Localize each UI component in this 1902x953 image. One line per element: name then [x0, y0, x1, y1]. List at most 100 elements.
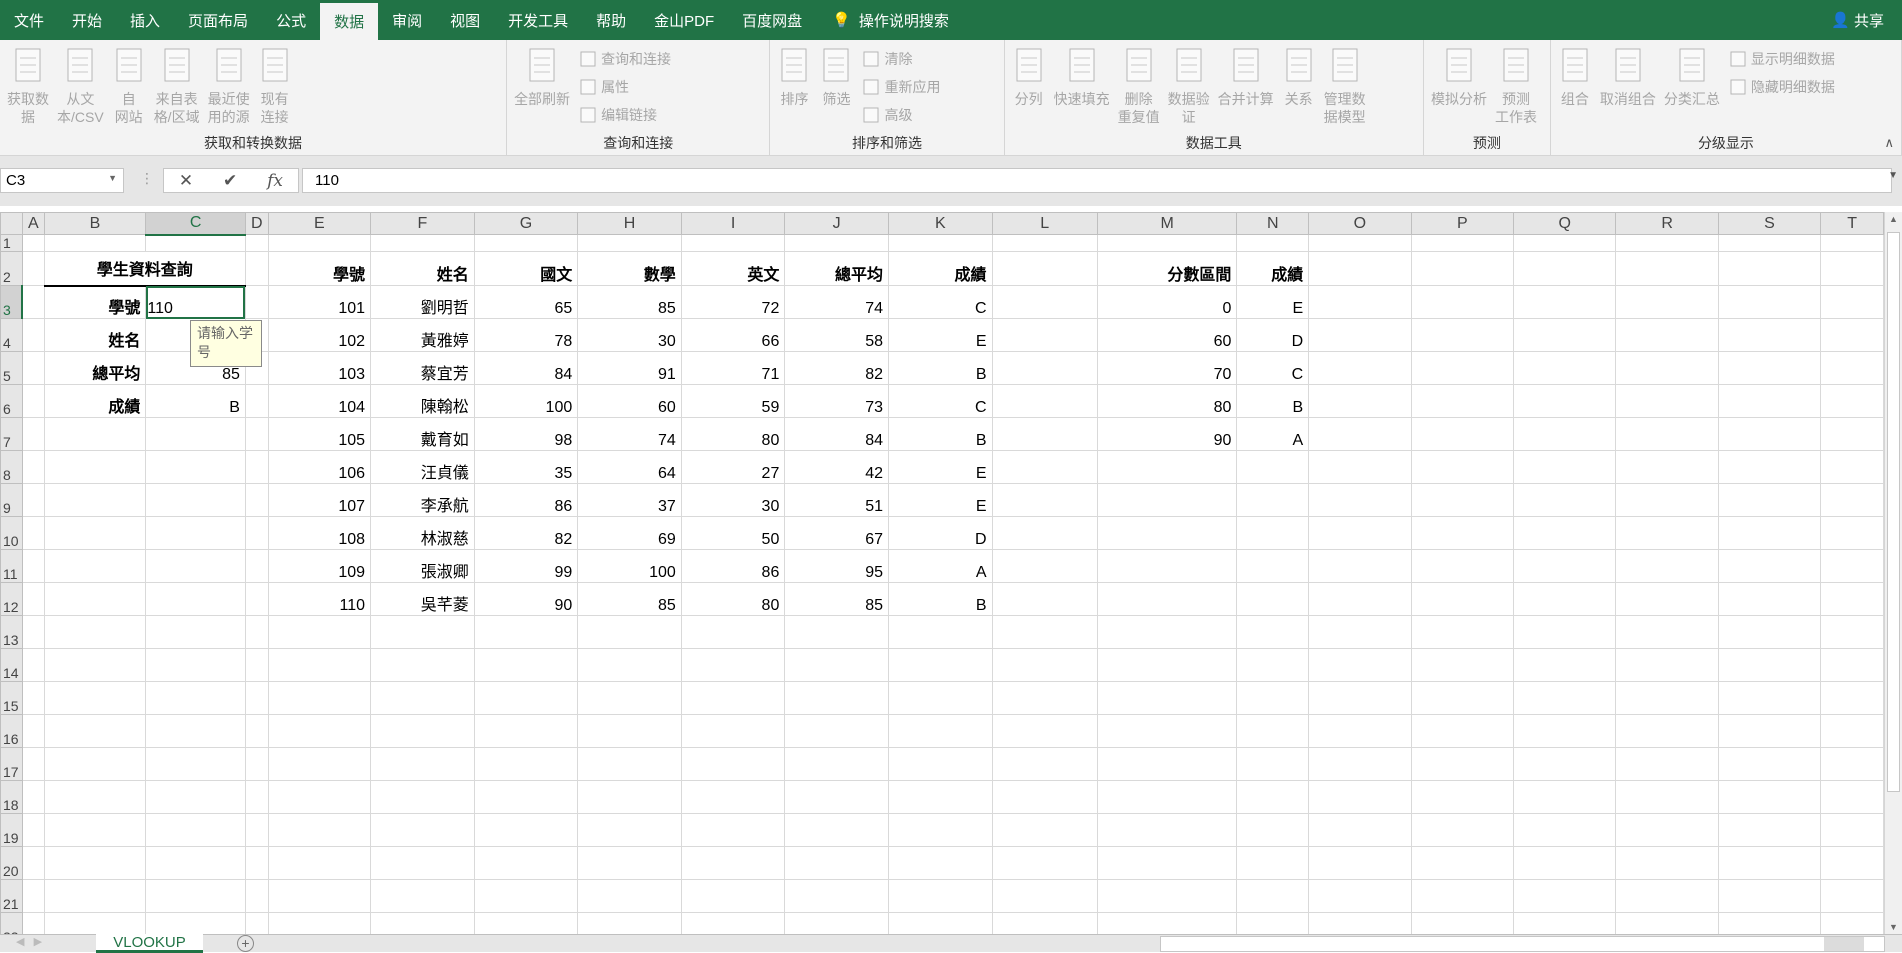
row-header[interactable]: 9 [0, 483, 23, 517]
row-header[interactable]: 8 [0, 450, 23, 484]
cell-D13[interactable] [244, 615, 269, 649]
cell-H9[interactable]: 37 [577, 483, 682, 517]
column-header[interactable]: C [145, 212, 246, 236]
cell-E12[interactable]: 110 [267, 582, 372, 616]
cell-B5[interactable]: 總平均 [43, 351, 147, 385]
cell-T21[interactable] [1820, 879, 1884, 913]
column-header[interactable]: Q [1512, 212, 1617, 235]
cell-N15[interactable] [1236, 681, 1310, 715]
column-header[interactable]: J [784, 212, 889, 235]
cell-R21[interactable] [1615, 879, 1719, 913]
cell-I1[interactable] [680, 234, 786, 252]
cell-K21[interactable] [888, 879, 993, 913]
cell-L7[interactable] [991, 417, 1098, 451]
cell-A13[interactable] [21, 615, 45, 649]
cell-Q20[interactable] [1512, 846, 1617, 880]
select-all-corner[interactable] [0, 212, 23, 235]
cell-T5[interactable] [1820, 351, 1884, 385]
cell-A20[interactable] [21, 846, 45, 880]
cell-P21[interactable] [1410, 879, 1515, 913]
cell-H12[interactable]: 85 [577, 582, 682, 616]
cell-L19[interactable] [991, 813, 1098, 847]
cell-L6[interactable] [991, 384, 1098, 418]
cell-C10[interactable] [145, 516, 246, 550]
cell-T13[interactable] [1820, 615, 1884, 649]
cell-P12[interactable] [1410, 582, 1515, 616]
cell-S12[interactable] [1717, 582, 1822, 616]
cell-E18[interactable] [267, 780, 372, 814]
cell-P16[interactable] [1410, 714, 1515, 748]
cell-A10[interactable] [21, 516, 45, 550]
cell-L12[interactable] [991, 582, 1098, 616]
cell-E16[interactable] [267, 714, 372, 748]
vertical-scrollbar[interactable]: ▲ ▼ [1884, 212, 1902, 934]
cell-F21[interactable] [370, 879, 475, 913]
cell-E4[interactable]: 102 [267, 318, 372, 352]
cell-T8[interactable] [1820, 450, 1884, 484]
tab-2[interactable]: 插入 [116, 0, 174, 40]
cell-O13[interactable] [1308, 615, 1412, 649]
tab-11[interactable]: 百度网盘 [728, 0, 816, 40]
cell-Q14[interactable] [1512, 648, 1617, 682]
cell-I4[interactable]: 66 [680, 318, 786, 352]
collapse-ribbon-icon[interactable]: ∧ [1884, 135, 1894, 151]
cell-O8[interactable] [1308, 450, 1412, 484]
cell-T16[interactable] [1820, 714, 1884, 748]
cell-L4[interactable] [991, 318, 1098, 352]
cell-G20[interactable] [473, 846, 579, 880]
cell-M11[interactable] [1096, 549, 1238, 583]
cell-R6[interactable] [1615, 384, 1719, 418]
cell-P6[interactable] [1410, 384, 1515, 418]
cell-D8[interactable] [244, 450, 269, 484]
cell-S9[interactable] [1717, 483, 1822, 517]
cell-J10[interactable]: 67 [784, 516, 889, 550]
column-header[interactable]: A [21, 212, 45, 235]
horizontal-scrollbar[interactable] [1160, 936, 1885, 952]
cell-F7[interactable]: 戴育如 [370, 417, 475, 451]
cell-D20[interactable] [244, 846, 269, 880]
cell-M6[interactable]: 80 [1096, 384, 1238, 418]
cell-T19[interactable] [1820, 813, 1884, 847]
cell-L16[interactable] [991, 714, 1098, 748]
cell-C9[interactable] [145, 483, 246, 517]
cell-R12[interactable] [1615, 582, 1719, 616]
cell-R9[interactable] [1615, 483, 1719, 517]
cell-L11[interactable] [991, 549, 1098, 583]
row-header[interactable]: 3 [0, 285, 24, 319]
cell-F14[interactable] [370, 648, 475, 682]
cell-R2[interactable] [1615, 251, 1719, 286]
ribbon-small-button[interactable]: 隐藏明细数据 [1729, 76, 1835, 98]
drag-handle-icon[interactable]: ⋮ [140, 170, 154, 187]
cell-R5[interactable] [1615, 351, 1719, 385]
cell-P10[interactable] [1410, 516, 1515, 550]
cell-H1[interactable] [577, 234, 682, 252]
chevron-down-icon[interactable]: ▼ [108, 173, 117, 183]
cell-P11[interactable] [1410, 549, 1515, 583]
cell-C17[interactable] [145, 747, 246, 781]
cell-E6[interactable]: 104 [267, 384, 372, 418]
cell-L3[interactable] [991, 285, 1098, 319]
cell-P9[interactable] [1410, 483, 1515, 517]
cell-A15[interactable] [21, 681, 45, 715]
cell-C8[interactable] [145, 450, 246, 484]
cell-O4[interactable] [1308, 318, 1412, 352]
cell-S21[interactable] [1717, 879, 1822, 913]
cell-O7[interactable] [1308, 417, 1412, 451]
cell-C16[interactable] [145, 714, 246, 748]
cell-B4[interactable]: 姓名 [43, 318, 147, 352]
ribbon-small-button[interactable]: 显示明细数据 [1729, 48, 1835, 70]
cell-P4[interactable] [1410, 318, 1515, 352]
cell-F10[interactable]: 林淑慈 [370, 516, 475, 550]
cell-P22[interactable] [1410, 912, 1515, 934]
cell-K1[interactable] [888, 234, 993, 252]
cell-O12[interactable] [1308, 582, 1412, 616]
row-header[interactable]: 22 [0, 912, 23, 934]
cell-R17[interactable] [1615, 747, 1719, 781]
cell-K5[interactable]: B [888, 351, 993, 385]
cell-D3[interactable] [244, 285, 269, 319]
cell-B19[interactable] [43, 813, 147, 847]
cell-G14[interactable] [473, 648, 579, 682]
cell-K7[interactable]: B [888, 417, 993, 451]
cell-F13[interactable] [370, 615, 475, 649]
cell-Q1[interactable] [1512, 234, 1617, 252]
